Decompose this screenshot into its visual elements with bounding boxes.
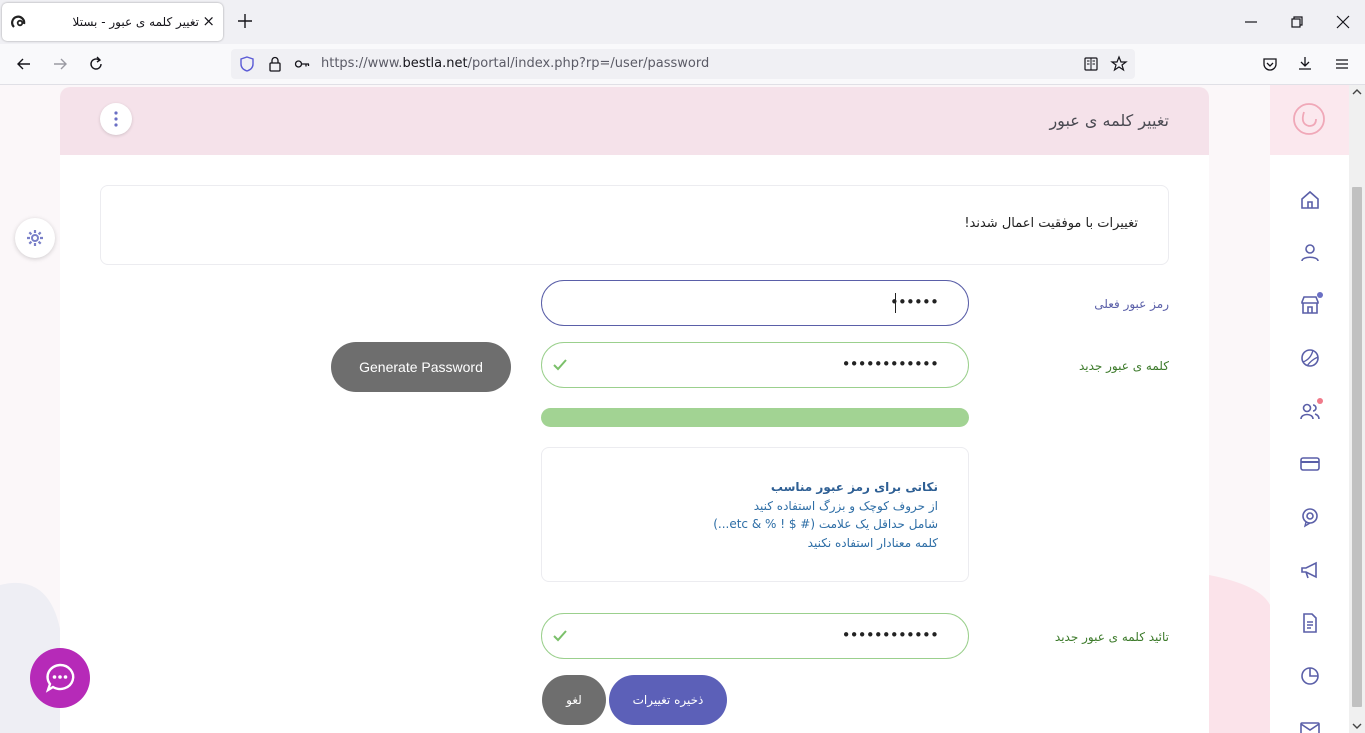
current-password-label: رمز عبور فعلی	[1094, 297, 1169, 311]
downloads-icon[interactable]	[1296, 55, 1314, 73]
report-icon[interactable]	[1299, 665, 1321, 687]
alert-message: تغییرات با موفقیت اعمال شدند!	[964, 216, 1138, 231]
cancel-button[interactable]: لغو	[542, 675, 606, 725]
forward-icon[interactable]	[51, 55, 69, 73]
billing-card-icon[interactable]	[1299, 453, 1321, 475]
reader-view-icon[interactable]	[1082, 55, 1100, 73]
address-bar[interactable]: https://www.bestla.net/portal/index.php?…	[231, 49, 1135, 79]
tip-item: کلمه معنادار استفاده نکنید	[807, 535, 938, 550]
kebab-menu-icon	[114, 111, 118, 127]
tips-title: نکاتی برای رمز عبور مناسب	[770, 480, 938, 494]
minimize-icon[interactable]	[1242, 13, 1260, 31]
scroll-up-icon[interactable]	[1352, 87, 1362, 97]
tip-item: از حروف کوچک و بزرگ استفاده کنید	[753, 498, 938, 513]
new-password-input[interactable]: ••••••••••••	[541, 342, 969, 388]
page-title: تغییر کلمه ی عبور	[1049, 111, 1169, 130]
url-prefix: https://www.	[321, 56, 403, 71]
success-alert: تغییرات با موفقیت اعمال شدند!	[100, 185, 1169, 265]
support-icon[interactable]	[1299, 506, 1321, 528]
generate-password-button[interactable]: Generate Password	[331, 342, 511, 392]
current-password-input[interactable]: ••••••	[541, 280, 969, 326]
browser-toolbar: https://www.bestla.net/portal/index.php?…	[0, 44, 1365, 85]
page-scrollbar[interactable]	[1349, 85, 1365, 733]
sidebar-logo-area[interactable]	[1270, 85, 1349, 155]
url-domain: bestla.net	[402, 56, 468, 71]
confirm-password-input[interactable]: ••••••••••••	[541, 613, 969, 659]
change-password-card: تغییر کلمه ی عبور تغییرات با موفقیت اعما…	[60, 87, 1209, 733]
url-text[interactable]: https://www.bestla.net/portal/index.php?…	[321, 56, 709, 71]
valid-check-icon	[553, 630, 567, 642]
pocket-icon[interactable]	[1261, 55, 1279, 73]
new-password-label: کلمه ی عبور جدید	[1078, 359, 1169, 373]
mail-icon[interactable]	[1299, 718, 1321, 733]
close-window-icon[interactable]	[1334, 13, 1352, 31]
current-password-value: ••••••	[889, 293, 939, 311]
valid-check-icon	[553, 359, 567, 371]
scroll-thumb[interactable]	[1352, 187, 1362, 707]
tracking-shield-icon[interactable]	[238, 55, 256, 73]
logo-icon[interactable]	[1292, 102, 1326, 136]
settings-button[interactable]	[15, 218, 55, 258]
reload-icon[interactable]	[87, 55, 105, 73]
confirm-password-value: ••••••••••••	[841, 626, 939, 644]
bookmark-star-icon[interactable]	[1110, 55, 1128, 73]
chat-bubble-icon	[45, 663, 75, 693]
save-changes-button[interactable]: ذخیره تغییرات	[609, 675, 727, 725]
right-sidebar	[1270, 85, 1349, 733]
user-icon[interactable]	[1299, 242, 1321, 264]
tab-title: تغییر کلمه ی عبور - بستلا	[72, 15, 199, 29]
domain-icon[interactable]	[1299, 347, 1321, 369]
tab-close-icon[interactable]: ×	[202, 12, 215, 30]
notification-dot	[1317, 292, 1323, 298]
menu-icon[interactable]	[1333, 55, 1351, 73]
new-password-value: ••••••••••••	[841, 355, 939, 373]
key-icon[interactable]	[293, 55, 311, 73]
lock-icon[interactable]	[266, 55, 284, 73]
browser-tab[interactable]: تغییر کلمه ی عبور - بستلا ×	[2, 3, 223, 41]
password-strength-bar	[541, 408, 969, 427]
announcements-icon[interactable]	[1299, 559, 1321, 581]
notification-dot	[1317, 398, 1323, 404]
new-tab-icon[interactable]	[235, 11, 255, 31]
tip-item: شامل حداقل یک علامت (# $ ! % & etc...)	[713, 517, 938, 531]
restore-icon[interactable]	[1288, 13, 1306, 31]
back-icon[interactable]	[15, 55, 33, 73]
confirm-password-label: تائید کلمه ی عبور جدید	[1054, 630, 1169, 644]
page-viewport: تغییر کلمه ی عبور تغییرات با موفقیت اعما…	[0, 85, 1349, 733]
browser-tab-bar: تغییر کلمه ی عبور - بستلا ×	[0, 0, 1365, 44]
gear-icon	[27, 230, 43, 246]
options-button[interactable]	[100, 103, 132, 135]
home-icon[interactable]	[1299, 189, 1321, 211]
password-tips-box: نکاتی برای رمز عبور مناسب از حروف کوچک و…	[541, 447, 969, 582]
url-path: /portal/index.php?rp=/user/password	[467, 56, 710, 71]
card-header: تغییر کلمه ی عبور	[60, 87, 1209, 155]
site-favicon-icon	[11, 15, 26, 28]
live-chat-button[interactable]	[30, 648, 90, 708]
scroll-down-icon[interactable]	[1352, 721, 1362, 731]
password-tips-list: نکاتی برای رمز عبور مناسب از حروف کوچک و…	[713, 478, 938, 552]
document-icon[interactable]	[1299, 612, 1321, 634]
